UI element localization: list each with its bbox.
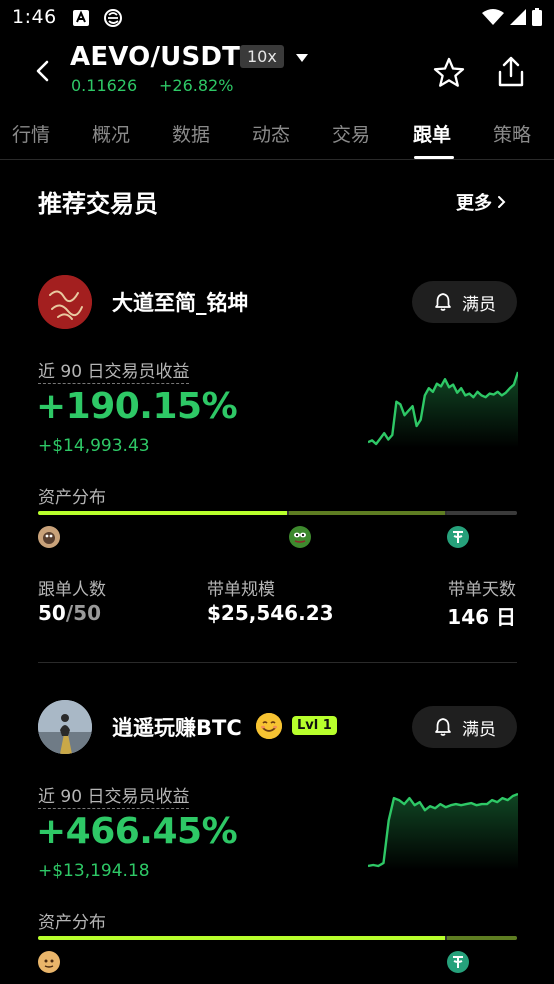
signal-icon (510, 9, 526, 25)
asset-distribution-label: 资产分布 (38, 913, 106, 933)
aum-label: 带单规模 (207, 580, 275, 600)
level-badge: Lvl 1 (292, 716, 337, 735)
header: AEVO/USDT 10x 0.11626 +26.82% (0, 38, 554, 108)
avatar (38, 275, 92, 329)
return-amount: +$13,194.18 (38, 861, 150, 881)
chevron-right-icon (498, 196, 506, 208)
distribution-segment (289, 511, 446, 515)
lead-days-label: 带单天数 (448, 580, 516, 600)
asset-distribution-label: 资产分布 (38, 488, 106, 508)
distribution-segment (38, 511, 288, 515)
tab-copy-trading[interactable]: 跟单 (413, 120, 451, 147)
usdt-coin-icon (447, 951, 469, 973)
avatar (38, 700, 92, 754)
asset-distribution-bar (38, 511, 517, 515)
trader-name: 大道至简_铭坤 (112, 291, 249, 315)
tab-news[interactable]: 动态 (252, 120, 290, 147)
status-icons (482, 8, 542, 26)
bell-icon (435, 293, 451, 311)
card-divider (38, 662, 517, 663)
followers-count: 50/50 (38, 601, 101, 625)
battery-icon (532, 8, 542, 26)
distribution-segment (447, 936, 517, 940)
tab-quotes[interactable]: 行情 (12, 120, 50, 147)
return-percent: +190.15% (36, 386, 238, 427)
back-button[interactable] (28, 56, 58, 86)
smiley-emoji-icon (256, 713, 282, 739)
notification-icon (73, 10, 89, 26)
full-label: 满员 (462, 719, 496, 740)
back-arrow-icon (36, 60, 49, 82)
price-change: +26.82% (159, 76, 234, 95)
distribution-segment (447, 511, 517, 515)
pepe-coin-icon (289, 526, 311, 548)
coin-icon (38, 526, 60, 548)
dropdown-triangle-icon[interactable] (294, 52, 310, 64)
return-sparkline (368, 371, 518, 448)
active-tab-indicator (414, 156, 454, 159)
coin-icon (38, 951, 60, 973)
tab-trade[interactable]: 交易 (332, 120, 370, 147)
favorite-star-icon[interactable] (432, 56, 466, 90)
full-label: 满员 (462, 294, 496, 315)
return-label: 近 90 日交易员收益 (38, 357, 190, 384)
more-link[interactable]: 更多 (456, 189, 506, 215)
lead-days-value: 146 日 (447, 605, 516, 629)
return-percent: +466.45% (36, 811, 238, 852)
return-sparkline (368, 792, 518, 870)
return-amount: +$14,993.43 (38, 436, 150, 456)
tab-bar: 行情 概况 数据 动态 交易 跟单 策略 (0, 108, 554, 160)
pair-title[interactable]: AEVO/USDT (70, 42, 240, 72)
section-title: 推荐交易员 (38, 190, 158, 218)
aum-value: $25,546.23 (207, 601, 334, 625)
distribution-segment (38, 936, 446, 940)
tab-overview[interactable]: 概况 (92, 120, 130, 147)
tab-strategy[interactable]: 策略 (493, 120, 531, 147)
leverage-badge: 10x (240, 45, 284, 68)
full-button[interactable]: 满员 (412, 706, 517, 748)
status-bar: 1:46 (0, 0, 554, 38)
more-label: 更多 (456, 193, 492, 214)
usdt-coin-icon (447, 526, 469, 548)
wifi-icon (482, 9, 504, 25)
status-time: 1:46 (12, 6, 57, 28)
asset-distribution-bar (38, 936, 517, 940)
trader-name: 逍遥玩赚BTC (112, 716, 242, 740)
tab-data[interactable]: 数据 (172, 120, 210, 147)
full-button[interactable]: 满员 (412, 281, 517, 323)
browser-icon (104, 9, 122, 27)
bell-icon (435, 718, 451, 736)
last-price: 0.11626 (71, 76, 138, 95)
return-label: 近 90 日交易员收益 (38, 782, 190, 809)
share-icon[interactable] (494, 54, 528, 90)
followers-label: 跟单人数 (38, 580, 106, 600)
